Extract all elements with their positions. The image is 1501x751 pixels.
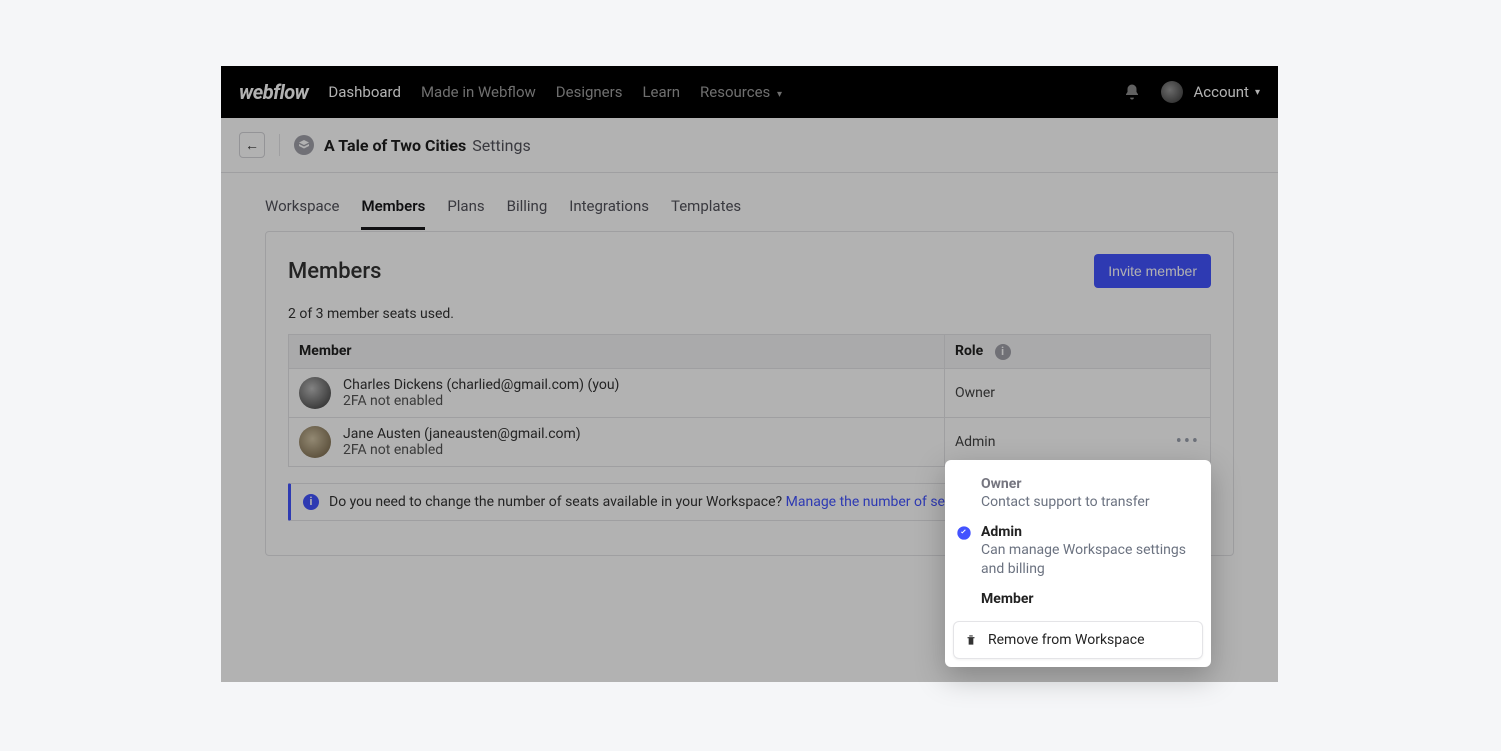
role-option-desc: Contact support to transfer	[981, 493, 1195, 512]
remove-from-workspace-button[interactable]: Remove from Workspace	[953, 621, 1203, 659]
role-option-title: Admin	[981, 524, 1195, 540]
role-popover: Owner Contact support to transfer Admin …	[945, 460, 1211, 667]
role-option-title: Owner	[981, 476, 1195, 492]
role-option-admin[interactable]: Admin Can manage Workspace settings and …	[945, 518, 1211, 585]
role-option-desc: Can manage Workspace settings and billin…	[981, 541, 1195, 579]
role-option-title: Member	[981, 591, 1195, 607]
role-option-member[interactable]: Member	[945, 585, 1211, 613]
trash-icon	[964, 633, 978, 647]
remove-label: Remove from Workspace	[988, 632, 1145, 648]
role-option-owner[interactable]: Owner Contact support to transfer	[945, 470, 1211, 518]
check-circle-icon	[956, 525, 972, 541]
